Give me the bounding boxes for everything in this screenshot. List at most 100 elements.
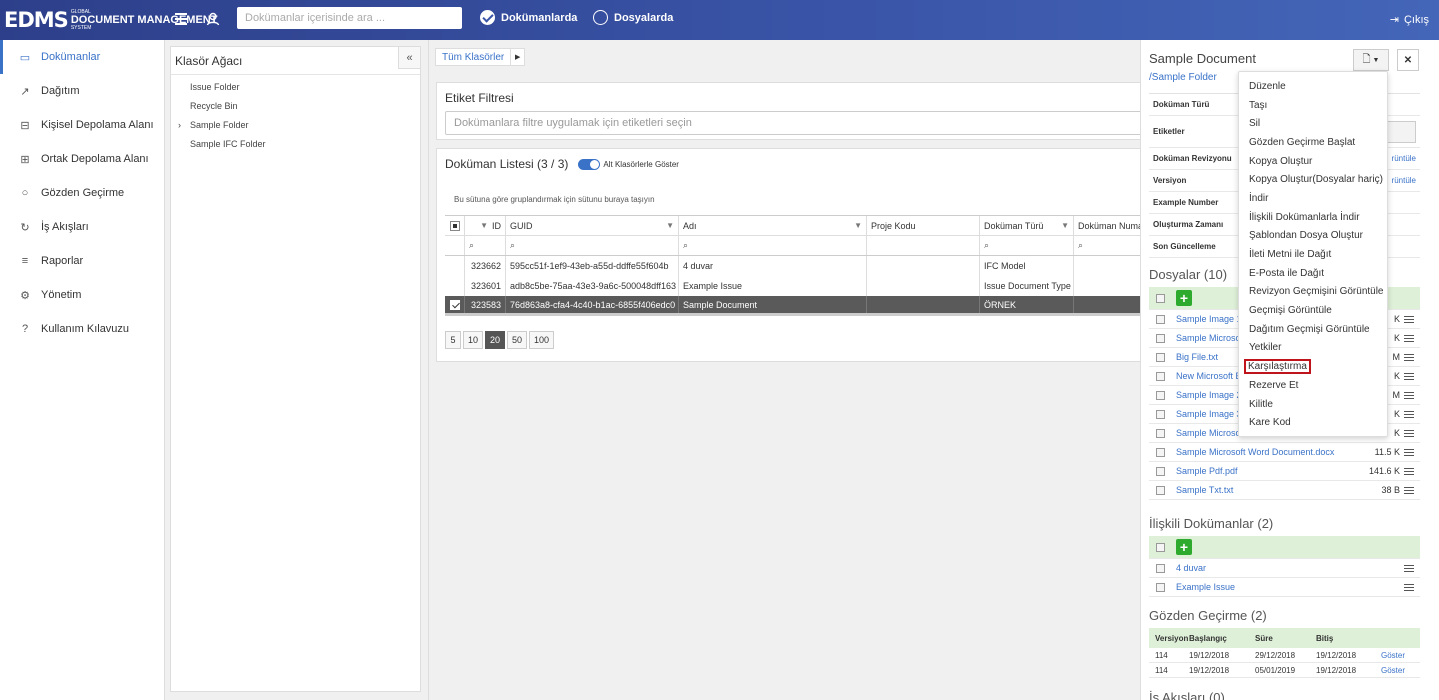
table-row[interactable]: 323662 595cc51f-1ef9-43eb-a55d-ddffe55f6… — [445, 256, 1145, 276]
menu-item-move[interactable]: Taşı — [1239, 96, 1387, 115]
search-icon[interactable]: ⌕ — [1078, 240, 1083, 251]
search-icon[interactable]: ⌕ — [469, 240, 474, 251]
search-input[interactable] — [237, 7, 462, 29]
user-icon[interactable] — [206, 12, 220, 26]
menu-lines-icon[interactable] — [1404, 564, 1414, 573]
menu-item-download-related[interactable]: İlişkili Dokümanlarla İndir — [1239, 208, 1387, 227]
show-review-link[interactable]: Göster — [1379, 651, 1420, 660]
folder-tree-title: Klasör Ağacı — [171, 47, 420, 75]
add-related-button[interactable]: + — [1176, 539, 1192, 555]
menu-item-download[interactable]: İndir — [1239, 189, 1387, 208]
sidebar-item-distribution[interactable]: ↗ Dağıtım — [0, 74, 164, 108]
menu-lines-icon[interactable] — [1404, 391, 1414, 400]
menu-item-revision-history[interactable]: Revizyon Geçmişini Görüntüle — [1239, 283, 1387, 302]
column-header-name[interactable]: Adı — [683, 221, 697, 231]
tree-item[interactable]: Recycle Bin — [171, 96, 420, 115]
main-content: Tüm Klasörler ▶ Etiket Filtresi Dokümanl… — [428, 40, 1149, 700]
collapse-tree-button[interactable]: « — [398, 47, 420, 69]
sidebar-item-shared-storage[interactable]: ⊞ Ortak Depolama Alanı — [0, 142, 164, 176]
document-path-link[interactable]: /Sample Folder — [1149, 72, 1217, 83]
column-header-doc-number[interactable]: Doküman Numa — [1078, 221, 1143, 231]
menu-lines-icon[interactable] — [1404, 315, 1414, 324]
menu-lines-icon[interactable] — [1404, 353, 1414, 362]
menu-lines-icon[interactable] — [1404, 410, 1414, 419]
radio-documents[interactable]: Dokümanlarda — [480, 10, 577, 25]
menu-item-history[interactable]: Geçmişi Görüntüle — [1239, 301, 1387, 320]
menu-item-edit[interactable]: Düzenle — [1239, 77, 1387, 96]
show-review-link[interactable]: Göster — [1379, 666, 1420, 675]
search-icon[interactable]: ⌕ — [683, 240, 688, 251]
column-header-doc-type[interactable]: Doküman Türü — [984, 221, 1043, 231]
table-row[interactable]: 323601 adb8c5be-75aa-43e3-9a6c-500048dff… — [445, 276, 1145, 296]
select-all-files-checkbox[interactable] — [1156, 293, 1165, 303]
tree-item[interactable]: Sample IFC Folder — [171, 134, 420, 153]
logout-icon: ⇥ — [1389, 14, 1399, 26]
menu-lines-icon[interactable] — [1404, 486, 1414, 495]
sidebar-item-reports[interactable]: ≡ Raporlar — [0, 244, 164, 278]
column-header-id[interactable]: ID — [492, 221, 501, 231]
document-grid: ▼ ID GUID ▼ Adı ▼ Proje Kodu Doküman Türü ▼ … — [445, 215, 1145, 316]
menu-item-lock[interactable]: Kilitle — [1239, 395, 1387, 414]
menu-item-copy-no-files[interactable]: Kopya Oluştur(Dosyalar hariç) — [1239, 170, 1387, 189]
caret-right-icon[interactable]: ▶ — [510, 49, 524, 65]
menu-lines-icon[interactable] — [1404, 372, 1414, 381]
page-size-100[interactable]: 100 — [529, 331, 555, 349]
page-size-20[interactable]: 20 — [485, 331, 506, 349]
sidebar-item-admin[interactable]: ⚙ Yönetim — [0, 278, 164, 312]
sidebar-item-personal-storage[interactable]: ⊟ Kişisel Depolama Alanı — [0, 108, 164, 142]
menu-lines-icon[interactable] — [1404, 583, 1414, 592]
menu-lines-icon[interactable] — [1404, 334, 1414, 343]
tree-item[interactable]: Issue Folder — [171, 77, 420, 96]
radio-files[interactable]: Dosyalarda — [593, 10, 673, 25]
menu-item-qr-code[interactable]: Kare Kod — [1239, 413, 1387, 432]
filter-icon[interactable]: ▼ — [666, 221, 674, 230]
page-size-50[interactable]: 50 — [507, 331, 528, 349]
document-list-panel: Doküman Listesi (3 / 3) Alt Klasörlerle … — [436, 148, 1148, 362]
close-panel-button[interactable]: ✕ — [1397, 49, 1419, 71]
filter-icon[interactable]: ▼ — [480, 221, 488, 230]
hamburger-menu-icon[interactable] — [175, 13, 187, 25]
sidebar-item-workflows[interactable]: ↻ İş Akışları — [0, 210, 164, 244]
logout-button[interactable]: ⇥ Çıkış — [1389, 13, 1429, 27]
menu-item-distribute-message[interactable]: İleti Metni ile Dağıt — [1239, 245, 1387, 264]
page-size-10[interactable]: 10 — [463, 331, 484, 349]
select-all-checkbox[interactable] — [449, 220, 460, 231]
document-actions-menu: Düzenle Taşı Sil Gözden Geçirme Başlat K… — [1238, 71, 1388, 437]
search-icon[interactable]: ⌕ — [984, 240, 989, 251]
chevron-right-icon[interactable]: › — [178, 120, 181, 130]
menu-lines-icon[interactable] — [1404, 467, 1414, 476]
subfolders-toggle[interactable] — [578, 158, 601, 170]
sidebar-item-review[interactable]: ○ Gözden Geçirme — [0, 176, 164, 210]
sidebar-item-documents[interactable]: ▭ Dokümanlar — [0, 40, 164, 74]
filter-icon[interactable]: ▼ — [854, 221, 862, 230]
document-actions-button[interactable]: 🗋 ▼ — [1353, 49, 1389, 71]
tag-filter-input[interactable]: Dokümanlara filtre uygulamak için etiket… — [445, 111, 1149, 135]
menu-item-distribution-history[interactable]: Dağıtım Geçmişi Görüntüle — [1239, 320, 1387, 339]
row-checkbox[interactable] — [449, 299, 460, 310]
menu-lines-icon[interactable] — [1404, 429, 1414, 438]
menu-lines-icon[interactable] — [1404, 448, 1414, 457]
menu-item-create-from-template[interactable]: Şablondan Dosya Oluştur — [1239, 227, 1387, 246]
sidebar-item-label: Gözden Geçirme — [41, 187, 125, 199]
menu-item-reserve[interactable]: Rezerve Et — [1239, 376, 1387, 395]
column-header-project-code[interactable]: Proje Kodu — [871, 221, 916, 231]
breadcrumb-all-folders[interactable]: Tüm Klasörler — [436, 52, 510, 63]
search-icon[interactable]: ⌕ — [510, 240, 515, 251]
filter-icon[interactable]: ▼ — [1061, 221, 1069, 230]
column-header-guid[interactable]: GUID — [510, 221, 533, 231]
page-size-5[interactable]: 5 — [445, 331, 461, 349]
sidebar-item-manual[interactable]: ? Kullanım Kılavuzu — [0, 312, 164, 346]
menu-item-compare[interactable]: Karşılaştırma — [1239, 357, 1387, 376]
menu-item-permissions[interactable]: Yetkiler — [1239, 339, 1387, 358]
menu-item-delete[interactable]: Sil — [1239, 114, 1387, 133]
tree-item-expandable[interactable]: › Sample Folder — [171, 115, 420, 134]
view-link[interactable]: rüntüle — [1392, 154, 1420, 163]
menu-item-copy[interactable]: Kopya Oluştur — [1239, 152, 1387, 171]
add-file-button[interactable]: + — [1176, 290, 1192, 306]
menu-item-start-review[interactable]: Gözden Geçirme Başlat — [1239, 133, 1387, 152]
table-row-selected[interactable]: 323583 76d863a8-cfa4-4c40-b1ac-6855f406e… — [445, 296, 1145, 316]
radio-checked-icon — [480, 10, 495, 25]
select-all-related-checkbox[interactable] — [1156, 542, 1165, 552]
menu-item-distribute-email[interactable]: E-Posta ile Dağıt — [1239, 264, 1387, 283]
view-link[interactable]: rüntüle — [1392, 176, 1420, 185]
